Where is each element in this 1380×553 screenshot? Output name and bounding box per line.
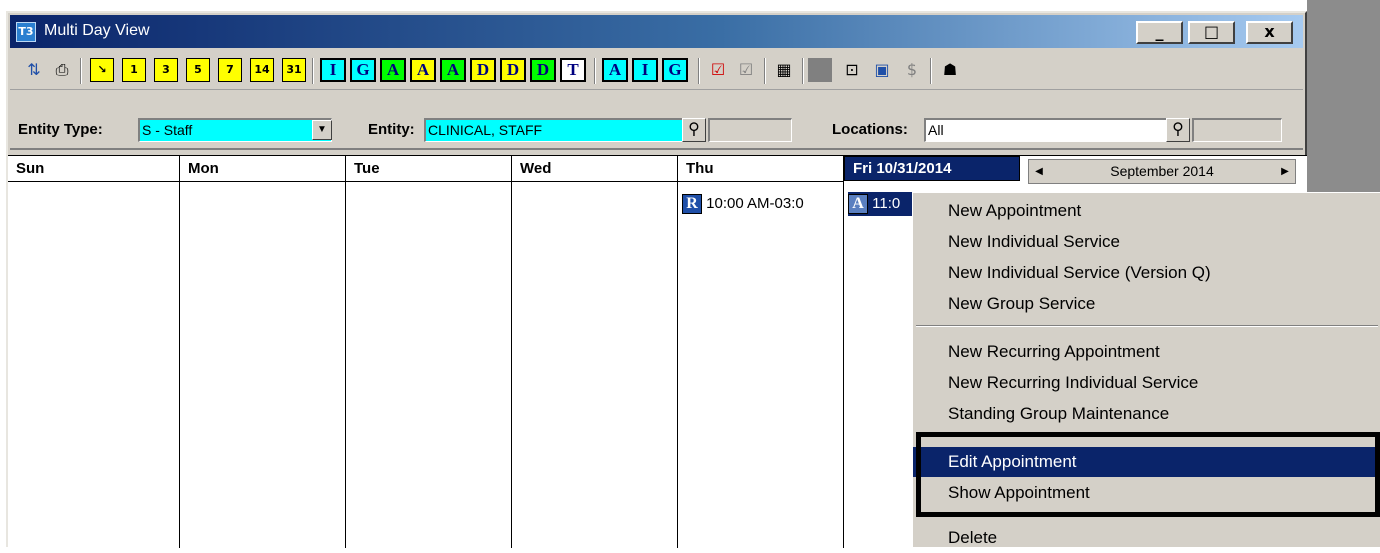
menu-new-individual-service-version-q[interactable]: New Individual Service (Version Q)	[913, 258, 1380, 288]
highlight-annotation-box	[916, 432, 1380, 517]
menu-new-recurring-appointment[interactable]: New Recurring Appointment	[913, 337, 1380, 367]
toolbar-separator	[312, 58, 314, 84]
month-label: September 2014	[1110, 163, 1214, 179]
selected-day-header[interactable]: Fri 10/31/2014	[844, 156, 1020, 181]
day-3-button[interactable]: 3	[154, 58, 178, 82]
letter-g-button[interactable]: G	[662, 58, 688, 82]
printer-icon[interactable]: ⎙	[50, 58, 74, 82]
menu-new-individual-service[interactable]: New Individual Service	[913, 227, 1380, 257]
day-header: Tue	[346, 156, 511, 182]
entity-type-select[interactable]: S - Staff	[138, 118, 332, 142]
search-calendar-icon[interactable]: ⊡	[840, 58, 864, 82]
disabled-tool-icon[interactable]	[808, 58, 832, 82]
refresh-icon[interactable]: ⇅	[22, 58, 46, 82]
close-button[interactable]: x	[1246, 21, 1293, 44]
calendar-today-icon[interactable]: ↘	[90, 58, 114, 82]
day-header: Thu	[678, 156, 843, 182]
appointment-time: 10:00 AM-03:0	[706, 195, 804, 212]
day-column-mon[interactable]: Mon	[180, 156, 346, 548]
entity-field[interactable]: CLINICAL, STAFF	[424, 118, 704, 142]
checkbox-disabled-icon[interactable]: ☑	[734, 58, 758, 82]
day-column-thu[interactable]: Thu R 10:00 AM-03:0	[678, 156, 844, 548]
day-header: Mon	[180, 156, 345, 182]
menu-new-appointment[interactable]: New Appointment	[913, 196, 1380, 226]
letter-a-button[interactable]: A	[440, 58, 466, 82]
letter-d-button[interactable]: D	[500, 58, 526, 82]
filter-bar: Entity Type: S - Staff ▼ Entity: CLINICA…	[10, 92, 1303, 150]
appointment-selected[interactable]: A 11:0	[848, 192, 912, 216]
menu-standing-group-maintenance[interactable]: Standing Group Maintenance	[913, 399, 1380, 429]
letter-a-button[interactable]: A	[410, 58, 436, 82]
search-icon[interactable]: ⚲	[682, 118, 706, 142]
appointment-recurring[interactable]: R 10:00 AM-03:0	[682, 192, 844, 216]
app-icon: T3	[16, 22, 36, 42]
letter-d-button[interactable]: D	[470, 58, 496, 82]
prev-month-icon[interactable]: ◀	[1029, 160, 1049, 183]
title-bar[interactable]: T3 Multi Day View _ □ x	[10, 15, 1303, 48]
day-7-button[interactable]: 7	[218, 58, 242, 82]
recurring-badge: R	[682, 194, 702, 215]
window-icon[interactable]: ▣	[870, 58, 894, 82]
maximize-button[interactable]: □	[1188, 21, 1235, 44]
locations-field[interactable]: All	[924, 118, 1188, 142]
toolbar-separator	[764, 58, 766, 84]
day-column-wed[interactable]: Wed	[512, 156, 678, 548]
menu-new-recurring-individual-service[interactable]: New Recurring Individual Service	[913, 368, 1380, 398]
letter-i-button[interactable]: I	[320, 58, 346, 82]
entity-type-label: Entity Type:	[18, 121, 103, 138]
window-title: Multi Day View	[44, 22, 150, 39]
day-1-button[interactable]: 1	[122, 58, 146, 82]
day-5-button[interactable]: 5	[186, 58, 210, 82]
locations-extra-field[interactable]	[1192, 118, 1282, 142]
entity-label: Entity:	[368, 121, 415, 138]
toolbar-separator	[698, 58, 700, 84]
next-month-icon[interactable]: ▶	[1275, 160, 1295, 183]
minimize-button[interactable]: _	[1136, 21, 1183, 44]
toolbar-separator	[802, 58, 804, 84]
toolbar-separator	[930, 58, 932, 84]
locations-label: Locations:	[832, 121, 908, 138]
entity-extra-field[interactable]	[708, 118, 792, 142]
toolbar-separator	[594, 58, 596, 84]
toolbar: ⇅ ⎙ ↘ 1 3 5 7 14 31 I G A A A D D D T A …	[10, 50, 1303, 90]
day-header: Sun	[8, 156, 179, 182]
properties-icon[interactable]: ☗	[938, 58, 962, 82]
money-icon[interactable]: $	[900, 58, 924, 82]
menu-separator	[916, 325, 1378, 327]
toolbar-separator	[80, 58, 82, 84]
top-strip	[0, 0, 1307, 11]
day-column-fri[interactable]: Fri 10/31/2014 A 11:0	[844, 156, 1020, 548]
menu-new-group-service[interactable]: New Group Service	[913, 289, 1380, 319]
letter-i-button[interactable]: I	[632, 58, 658, 82]
letter-t-button[interactable]: T	[560, 58, 586, 82]
day-14-button[interactable]: 14	[250, 58, 274, 82]
letter-a-button[interactable]: A	[380, 58, 406, 82]
menu-delete[interactable]: Delete	[913, 523, 1380, 553]
day-column-tue[interactable]: Tue	[346, 156, 512, 548]
day-column-sun[interactable]: Sun	[8, 156, 180, 548]
calendar-grid-icon[interactable]: ▦	[772, 58, 796, 82]
appointment-time: 11:0	[872, 195, 901, 212]
checkbox-checked-icon[interactable]: ☑	[706, 58, 730, 82]
day-31-button[interactable]: 31	[282, 58, 306, 82]
search-icon[interactable]: ⚲	[1166, 118, 1190, 142]
day-header: Wed	[512, 156, 677, 182]
letter-g-button[interactable]: G	[350, 58, 376, 82]
letter-a-button[interactable]: A	[602, 58, 628, 82]
month-navigator: ◀ September 2014 ▶	[1028, 159, 1296, 184]
appointment-badge: A	[848, 194, 868, 215]
chevron-down-icon[interactable]: ▼	[312, 120, 332, 140]
letter-d-button[interactable]: D	[530, 58, 556, 82]
